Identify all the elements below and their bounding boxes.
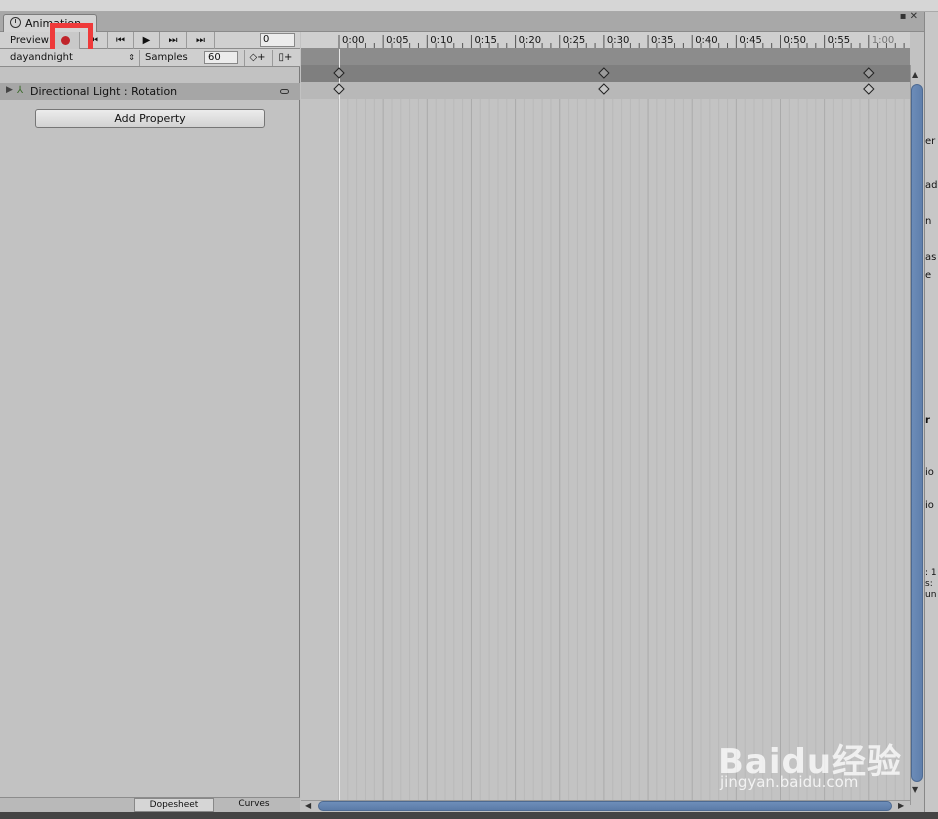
inspector-fragment: r	[925, 415, 930, 426]
clip-selector[interactable]: dayandnight ⇕	[2, 50, 140, 66]
add-keyframe-button[interactable]: ◇+	[244, 50, 270, 66]
last-key-button[interactable]: ⏭	[187, 32, 215, 49]
tab-curves[interactable]: Curves	[215, 798, 293, 812]
window-top-strip	[0, 0, 938, 12]
expand-arrow-icon[interactable]: ▶	[6, 85, 13, 95]
inspector-fragment: er	[925, 136, 936, 147]
clock-icon	[10, 17, 21, 28]
ruler-tick-label: 0:25	[563, 35, 585, 46]
property-label: Directional Light : Rotation	[30, 85, 178, 98]
prev-key-icon: ⏮	[116, 35, 125, 46]
keyframe	[863, 83, 875, 95]
property-options-icon[interactable]	[280, 89, 289, 94]
inspector-fragment: e	[925, 270, 932, 281]
inspector-fragment: as	[925, 252, 937, 263]
scroll-up-icon[interactable]: ▲	[912, 70, 918, 79]
timeline-graphics: 0:00 0:05 0:10 0:15 0:20 0:25 0:30 0:35 0:40 0:45…	[333, 35, 905, 805]
horizontal-scroll-thumb[interactable]	[318, 801, 892, 811]
ruler-tick-label: 0:35	[651, 35, 673, 46]
watermark-url: jingyan.baidu.com	[720, 773, 859, 791]
inspector-fragment: io	[925, 467, 934, 478]
inspector-fragment: : 1	[925, 568, 937, 578]
inspector-fragment: ad	[925, 180, 938, 191]
play-button[interactable]: ▶	[134, 32, 160, 49]
frame-field[interactable]: 0	[260, 33, 295, 47]
samples-field[interactable]: 60	[204, 51, 238, 64]
scroll-left-icon[interactable]: ◀	[305, 801, 311, 810]
add-keyframe-icon: ◇+	[249, 52, 266, 63]
keyframe	[598, 83, 610, 95]
inspector-fragment: s:	[925, 579, 933, 589]
inspector-fragment: un	[925, 590, 937, 600]
next-key-button[interactable]: ⏭	[160, 32, 187, 49]
vertical-scroll-thumb[interactable]	[911, 84, 923, 782]
tab-bar	[0, 12, 938, 32]
ruler-tick-label: 0:05	[386, 35, 408, 46]
next-key-icon: ⏭	[168, 35, 178, 46]
add-property-button[interactable]: Add Property	[35, 109, 265, 128]
inspector-fragment: io	[925, 500, 934, 511]
inspector-peek: er ad n as e r io io : 1 s: un	[924, 12, 938, 812]
ruler-tick-label: 0:10	[430, 35, 452, 46]
summary-keyframe	[598, 67, 610, 79]
add-event-icon: ▯+	[278, 52, 293, 63]
keyframe	[333, 83, 345, 95]
last-key-icon: ⏭	[196, 35, 205, 46]
ruler-tick-label: 0:15	[474, 35, 496, 46]
summary-keyframe	[863, 67, 875, 79]
tab-dopesheet[interactable]: Dopesheet	[134, 798, 214, 812]
window-controls[interactable]: ▪ ✕	[892, 12, 918, 32]
ruler-tick-label: 0:55	[828, 35, 850, 46]
play-icon: ▶	[142, 35, 151, 46]
inspector-fragment: n	[925, 216, 932, 227]
scroll-down-icon[interactable]: ▼	[912, 785, 918, 794]
prev-key-button[interactable]: ⏮	[108, 32, 134, 49]
window-bottom-bar	[0, 812, 938, 819]
ruler-tick-label: 0:45	[739, 35, 761, 46]
clip-name: dayandnight	[10, 52, 73, 63]
ruler-tick-label: 0:00	[342, 35, 364, 46]
properties-panel	[0, 32, 300, 805]
dropdown-icon: ⇕	[128, 53, 135, 62]
ruler-tick-label: 1:00	[872, 35, 894, 46]
ruler-tick-label: 0:40	[695, 35, 717, 46]
ruler-tick-label: 0:20	[519, 35, 541, 46]
add-event-button[interactable]: ▯+	[272, 50, 298, 66]
preview-button[interactable]: Preview	[0, 32, 52, 49]
ruler-tick-label: 0:50	[784, 35, 806, 46]
scroll-right-icon[interactable]: ▶	[898, 801, 904, 810]
transform-icon: ⅄	[17, 85, 24, 96]
summary-keyframe	[333, 67, 345, 79]
samples-label: Samples	[145, 52, 188, 63]
ruler-tick-label: 0:30	[607, 35, 629, 46]
